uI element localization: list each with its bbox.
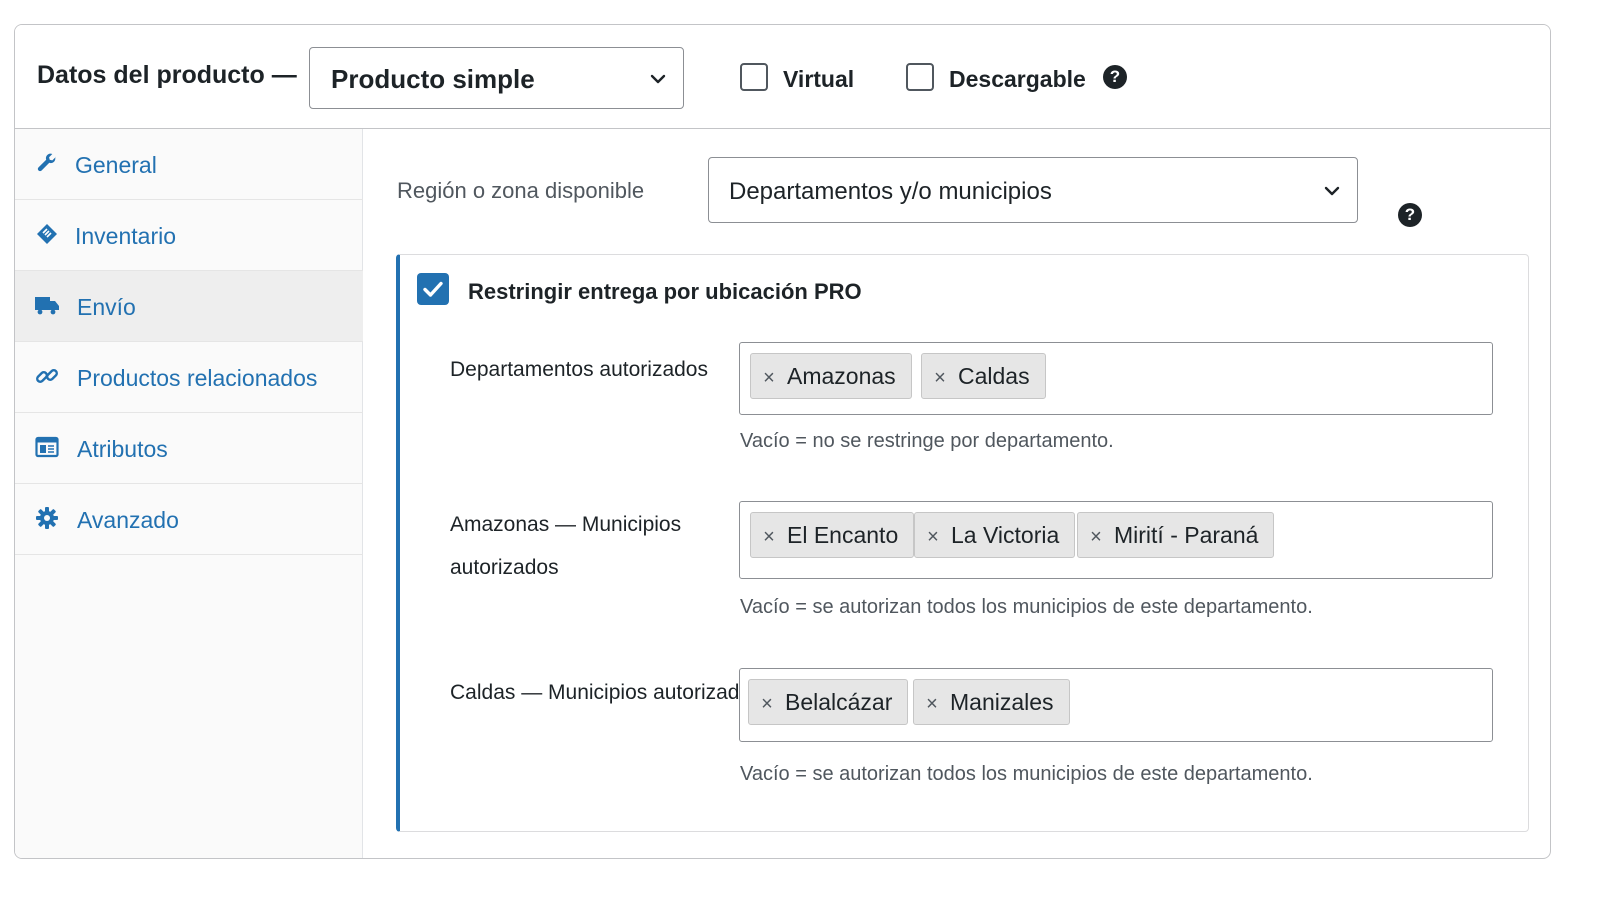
- tag-icon: [37, 224, 57, 244]
- product-data-title: Datos del producto —: [37, 61, 297, 89]
- tab-inventory[interactable]: Inventario: [15, 200, 363, 271]
- caldas-municipalities-tag-field[interactable]: × Belalcázar × Manizales: [739, 668, 1493, 742]
- caldas-municipalities-label: Caldas — Municipios autorizados: [450, 681, 762, 704]
- region-help-icon[interactable]: ?: [1398, 203, 1422, 227]
- remove-tag-icon[interactable]: ×: [749, 682, 785, 726]
- tag-caldas: × Caldas: [921, 353, 1046, 399]
- chevron-down-icon: [1324, 186, 1340, 196]
- tab-general-label: General: [75, 152, 157, 178]
- tag-amazonas: × Amazonas: [750, 353, 912, 399]
- remove-tag-icon[interactable]: ×: [915, 515, 951, 559]
- gear-icon: [36, 507, 58, 529]
- product-data-panel: Datos del producto — Producto simple Vir…: [14, 24, 1551, 859]
- tab-attributes[interactable]: Atributos: [15, 413, 363, 484]
- tag-belalcazar: × Belalcázar: [748, 679, 909, 726]
- product-data-tabs: General Inventario Envío Productos relac…: [15, 129, 363, 858]
- tag-miriti-parana: × Mirití - Paraná: [1077, 512, 1275, 559]
- remove-tag-icon[interactable]: ×: [914, 682, 950, 726]
- link-icon: [36, 369, 58, 383]
- departments-tag-field[interactable]: × Amazonas × Caldas: [739, 342, 1493, 415]
- region-value: Departamentos y/o municipios: [729, 178, 1052, 205]
- region-select[interactable]: Departamentos y/o municipios: [708, 157, 1358, 223]
- tab-linked-products-label: Productos relacionados: [77, 365, 318, 391]
- amazonas-municipalities-tag-field[interactable]: × El Encanto × La Victoria × Mirití - Paran…: [739, 501, 1493, 579]
- remove-tag-icon[interactable]: ×: [922, 356, 958, 400]
- departments-label: Departamentos autorizados: [450, 358, 708, 381]
- help-icon[interactable]: ?: [1103, 65, 1127, 89]
- restrict-delivery-checkbox[interactable]: [417, 273, 449, 305]
- tag-manizales: × Manizales: [913, 679, 1070, 725]
- checkmark-icon: [423, 281, 443, 297]
- shipping-panel: Región o zona disponible Departamentos y…: [364, 129, 1550, 858]
- wrench-icon: [37, 153, 56, 172]
- restrict-delivery-box: Restringir entrega por ubicación PRO Dep…: [396, 254, 1529, 832]
- tab-inventory-label: Inventario: [75, 223, 177, 249]
- virtual-label[interactable]: Virtual: [783, 66, 854, 93]
- region-label: Región o zona disponible: [397, 178, 645, 203]
- chevron-down-icon: [650, 74, 666, 84]
- amazonas-hint: Vacío = se autorizan todos los municipio…: [740, 596, 1313, 618]
- downloadable-label[interactable]: Descargable: [949, 66, 1086, 93]
- remove-tag-icon[interactable]: ×: [1078, 515, 1114, 559]
- caldas-hint: Vacío = se autorizan todos los municipio…: [740, 763, 1313, 785]
- tab-advanced[interactable]: Avanzado: [15, 484, 363, 555]
- tag-la-victoria: × La Victoria: [914, 512, 1076, 559]
- virtual-checkbox[interactable]: [740, 63, 768, 91]
- remove-tag-icon[interactable]: ×: [751, 356, 787, 400]
- product-type-value: Producto simple: [331, 64, 535, 94]
- restrict-delivery-title[interactable]: Restringir entrega por ubicación PRO: [468, 279, 862, 305]
- product-data-header: Datos del producto — Producto simple Vir…: [15, 25, 1550, 129]
- tab-advanced-label: Avanzado: [77, 507, 179, 533]
- tab-shipping[interactable]: Envío: [15, 271, 363, 342]
- truck-icon: [35, 297, 59, 315]
- downloadable-checkbox[interactable]: [906, 63, 934, 91]
- amazonas-municipalities-label-line1: Amazonas — Municipios: [450, 513, 682, 536]
- remove-tag-icon[interactable]: ×: [751, 515, 787, 559]
- departments-hint: Vacío = no se restringe por departamento…: [740, 430, 1114, 452]
- tab-general[interactable]: General: [15, 129, 363, 200]
- tab-attributes-label: Atributos: [77, 436, 168, 462]
- tab-linked-products[interactable]: Productos relacionados: [15, 342, 363, 413]
- product-type-select[interactable]: Producto simple: [309, 47, 684, 109]
- table-icon: [35, 436, 59, 458]
- amazonas-municipalities-label-line2: autorizados: [450, 556, 559, 579]
- tab-shipping-label: Envío: [77, 294, 136, 320]
- tag-el-encanto: × El Encanto: [750, 512, 915, 559]
